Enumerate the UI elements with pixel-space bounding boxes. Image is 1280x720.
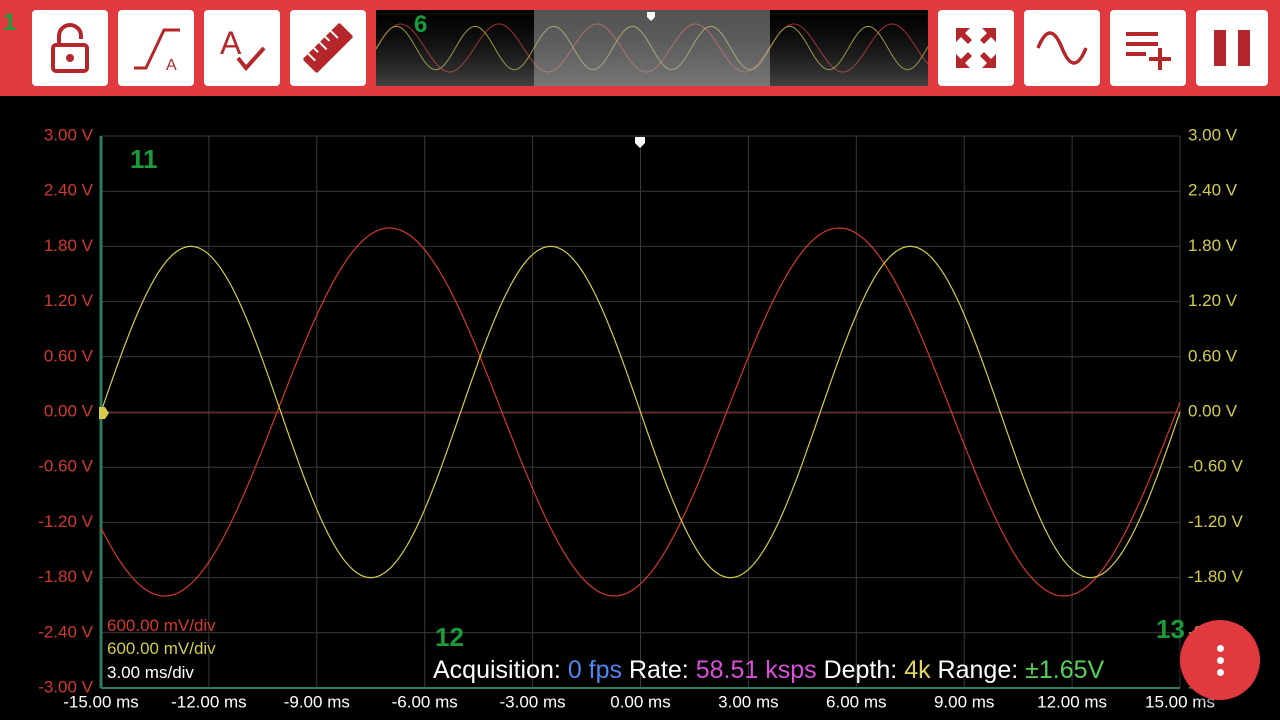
right-axis-tick-label: -1.80 V: [1188, 567, 1243, 586]
waveform-button[interactable]: [1024, 10, 1100, 86]
svg-text:A: A: [220, 25, 242, 61]
time-scale: 3.00 ms/div: [107, 663, 194, 682]
right-axis-tick-label: 2.40 V: [1188, 181, 1238, 200]
scope-plot[interactable]: 3.00 V 2.40 V 1.80 V 1.20 V 0.60 V 0.00 V -0.6…: [0, 96, 1280, 720]
bottom-axis-tick-label: -3.00 ms: [500, 692, 566, 711]
rate-label: Rate:: [628, 656, 689, 684]
left-axis-tick-label: -2.40 V: [38, 622, 93, 641]
bottom-axis-tick-label: -9.00 ms: [284, 692, 350, 711]
toolbar: 1 2 3 4 5 A A: [0, 0, 1280, 96]
bottom-axis-tick-label: -12.00 ms: [171, 692, 247, 711]
overview-svg: [376, 10, 928, 86]
callout-1: 1: [3, 9, 17, 36]
add-channel-button[interactable]: [1110, 10, 1186, 86]
left-axis-tick-label: 1.20 V: [44, 291, 94, 310]
bottom-axis-tick-label: 9.00 ms: [934, 692, 994, 711]
more-vert-icon: [1216, 644, 1224, 652]
status-bar: Acquisition: 0 fps Rate: 58.51 ksps Dept…: [433, 656, 1104, 685]
overview-window[interactable]: [534, 10, 770, 86]
bottom-axis-tick-label: 6.00 ms: [826, 692, 886, 711]
callout-12: 12: [435, 622, 464, 652]
left-axis-tick-label: -1.20 V: [38, 512, 93, 531]
right-axis-tick-label: 0.60 V: [1188, 346, 1238, 365]
right-axis-tick-label: -0.60 V: [1188, 457, 1243, 476]
spell-check-icon: A: [220, 25, 266, 72]
depth-label: Depth:: [823, 656, 898, 684]
left-axis-tick-label: 2.40 V: [44, 181, 94, 200]
left-axis-tick-label: -0.60 V: [38, 457, 93, 476]
rate-value: 58.51 ksps: [695, 656, 817, 684]
ruler-button[interactable]: [290, 10, 366, 86]
callout-6: 6: [414, 11, 428, 38]
fit-screen-button[interactable]: [938, 10, 1014, 86]
pause-button[interactable]: [1196, 10, 1268, 86]
measurements-button[interactable]: A: [204, 10, 280, 86]
right-axis-tick-label: 0.00 V: [1188, 401, 1238, 420]
callout-11: 11: [130, 144, 158, 174]
bottom-axis-tick-label: 0.00 ms: [610, 692, 670, 711]
acquisition-label: Acquisition:: [433, 656, 561, 684]
right-axis-tick-label: 3.00 V: [1188, 125, 1238, 144]
bottom-axis-tick-label: -6.00 ms: [392, 692, 458, 711]
range-value: ±1.65V: [1025, 656, 1105, 684]
playlist-add-icon: [1126, 32, 1171, 70]
left-axis-tick-label: 1.80 V: [44, 236, 94, 255]
bottom-axis-tick-label: 12.00 ms: [1037, 692, 1107, 711]
depth-value: 4k: [904, 656, 931, 684]
callout-13: 13: [1156, 614, 1185, 644]
bottom-axis-labels: -15.00 ms -12.00 ms -9.00 ms -6.00 ms -3.00 …: [63, 692, 1215, 711]
ruler-icon: [303, 23, 353, 73]
left-axis-tick-label: 3.00 V: [44, 125, 94, 144]
left-axis-tick-label: 0.00 V: [44, 401, 94, 420]
bottom-axis-tick-label: -15.00 ms: [63, 692, 139, 711]
right-axis-tick-label: -1.20 V: [1188, 512, 1243, 531]
right-axis-tick-label: 1.80 V: [1188, 236, 1238, 255]
right-axis-labels: 3.00 V 2.40 V 1.80 V 1.20 V 0.60 V 0.00 V -0.6…: [1188, 125, 1243, 696]
svg-text:A: A: [166, 57, 177, 74]
trigger-position-marker[interactable]: [635, 137, 645, 148]
unlock-icon: [51, 23, 89, 73]
waveform-icon: [1036, 31, 1088, 65]
pause-icon: [1214, 30, 1250, 66]
fit-screen-icon: [956, 28, 996, 68]
trigger-icon: A: [134, 28, 180, 74]
left-axis-tick-label: -1.80 V: [38, 567, 93, 586]
right-axis-tick-label: 1.20 V: [1188, 291, 1238, 310]
bottom-axis-tick-label: 3.00 ms: [718, 692, 778, 711]
left-axis-tick-label: 0.60 V: [44, 346, 94, 365]
waveform-overview[interactable]: 6: [376, 10, 928, 86]
range-label: Range:: [937, 656, 1019, 684]
trigger-button[interactable]: A: [118, 10, 194, 86]
more-options-button[interactable]: [1180, 620, 1260, 700]
channel2-scale: 600.00 mV/div: [107, 639, 216, 658]
channel2-offset-marker[interactable]: [99, 407, 109, 419]
left-axis-labels: 3.00 V 2.40 V 1.80 V 1.20 V 0.60 V 0.00 V -0.6…: [38, 125, 93, 696]
channel1-scale: 600.00 mV/div: [107, 616, 216, 635]
acquisition-value: 0 fps: [567, 656, 623, 684]
lock-button[interactable]: [32, 10, 108, 86]
